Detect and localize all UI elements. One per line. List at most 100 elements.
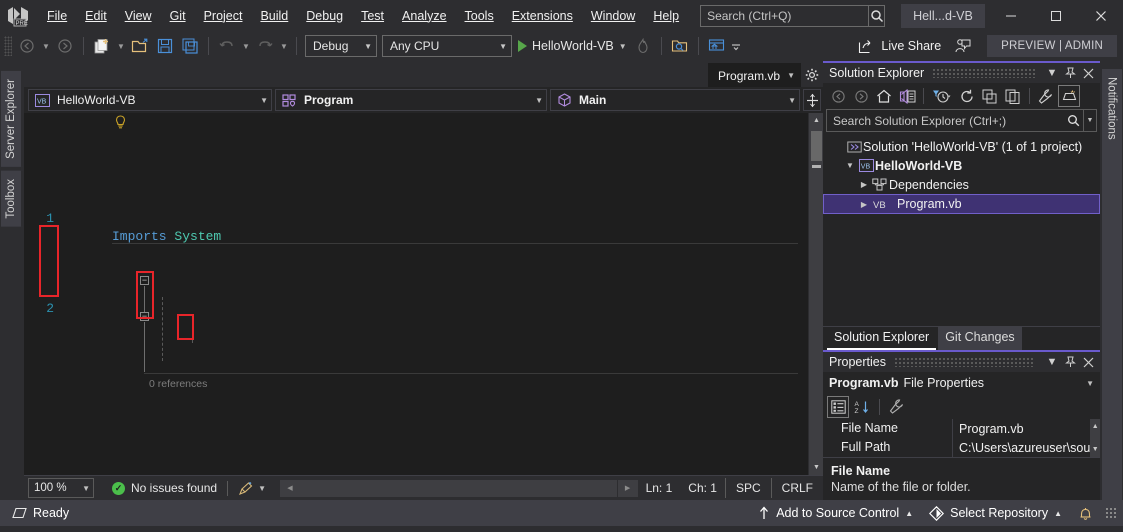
window-resize-grip[interactable] — [1105, 507, 1117, 519]
menu-test[interactable]: Test — [352, 3, 393, 29]
sync-with-active-document-icon[interactable] — [896, 85, 918, 107]
platform-combo[interactable]: Any CPU ▼ — [382, 35, 512, 57]
navbar-member-combo[interactable]: Main ▼ — [550, 89, 800, 111]
new-item-dropdown-icon[interactable]: ▼ — [115, 34, 127, 58]
pending-changes-filter-icon[interactable] — [929, 85, 955, 107]
scroll-down-icon[interactable]: ▼ — [809, 460, 823, 475]
property-row-full-path[interactable]: Full Path C:\Users\azureuser\sou — [823, 438, 1090, 457]
pin-icon[interactable] — [1061, 63, 1079, 83]
categorized-icon[interactable] — [827, 396, 849, 418]
arrow-right-circle-icon[interactable] — [53, 34, 77, 58]
chevron-down-icon[interactable]: ▼ — [1090, 442, 1100, 457]
global-search-box[interactable] — [700, 5, 885, 27]
tree-node-program-vb[interactable]: ▶ VB Program.vb — [823, 194, 1100, 214]
fold-collapse-sub-icon[interactable]: − — [140, 312, 149, 321]
tree-node-solution[interactable]: Solution 'HelloWorld-VB' (1 of 1 project… — [823, 137, 1100, 156]
menu-view[interactable]: View — [116, 3, 161, 29]
scroll-left-icon[interactable]: ◀ — [280, 480, 300, 497]
search-icon[interactable] — [868, 6, 884, 26]
open-folder-icon[interactable] — [128, 34, 152, 58]
close-icon[interactable] — [1079, 352, 1097, 372]
feedback-person-icon[interactable] — [950, 34, 976, 58]
chevron-up-icon[interactable]: ▲ — [1090, 419, 1100, 434]
fold-collapse-module-icon[interactable]: − — [140, 276, 149, 285]
notifications-bell-button[interactable] — [1070, 500, 1101, 526]
live-share-button[interactable]: Live Share — [850, 36, 949, 57]
scroll-up-icon[interactable]: ▲ — [809, 113, 823, 128]
document-tab-program-vb[interactable]: Program.vb ▼ — [708, 63, 801, 87]
menu-help[interactable]: Help — [644, 3, 688, 29]
tab-solution-explorer[interactable]: Solution Explorer — [827, 327, 936, 350]
panel-drag-dots[interactable] — [932, 68, 1035, 78]
search-folder-icon[interactable] — [668, 34, 692, 58]
panel-drag-dots[interactable] — [894, 357, 1035, 367]
zoom-level-combo[interactable]: 100 % ▼ — [28, 478, 94, 498]
chevron-down-icon[interactable]: ▼ — [258, 484, 266, 493]
flame-icon[interactable] — [631, 34, 655, 58]
redo-dropdown-icon[interactable]: ▼ — [278, 34, 290, 58]
property-value[interactable]: Program.vb — [953, 422, 1090, 436]
chevron-down-icon[interactable]: ▼ — [1043, 63, 1061, 83]
toolbar-overflow-icon[interactable] — [730, 34, 742, 58]
tree-node-project[interactable]: ▼ VB HelloWorld-VB — [823, 156, 1100, 175]
refresh-icon[interactable] — [956, 85, 978, 107]
add-to-source-control-button[interactable]: Add to Source Control ▲ — [750, 500, 921, 526]
codelens-module-text[interactable]: 0 references — [149, 375, 207, 393]
menu-tools[interactable]: Tools — [456, 3, 503, 29]
property-row-file-name[interactable]: File Name Program.vb — [823, 419, 1090, 438]
configuration-combo[interactable]: Debug ▼ — [305, 35, 377, 57]
show-all-files-icon[interactable] — [1002, 85, 1024, 107]
code-cleanup-button[interactable]: ▼ — [238, 481, 266, 496]
chevron-down-icon[interactable]: ▼ — [619, 42, 627, 51]
navigate-back-dropdown-icon[interactable]: ▼ — [40, 34, 52, 58]
alphabetical-sort-icon[interactable]: A Z — [851, 396, 873, 418]
redo-icon[interactable] — [253, 34, 277, 58]
undo-dropdown-icon[interactable]: ▼ — [240, 34, 252, 58]
menu-analyze[interactable]: Analyze — [393, 3, 455, 29]
close-button[interactable] — [1078, 0, 1123, 31]
tree-node-dependencies[interactable]: ▶ Dependencies — [823, 175, 1100, 194]
forward-icon[interactable] — [850, 85, 872, 107]
home-icon[interactable] — [873, 85, 895, 107]
minimize-button[interactable] — [988, 0, 1033, 31]
menu-edit[interactable]: Edit — [76, 3, 116, 29]
properties-subject-row[interactable]: Program.vb File Properties ▼ — [823, 372, 1100, 394]
split-window-icon[interactable] — [803, 89, 821, 111]
toolbar-grip[interactable] — [4, 36, 12, 56]
property-value[interactable]: C:\Users\azureuser\sou — [953, 441, 1090, 455]
sidebar-item-toolbox[interactable]: Toolbox — [1, 171, 23, 227]
arrow-left-circle-icon[interactable] — [15, 34, 39, 58]
gear-icon[interactable] — [801, 63, 823, 87]
property-pages-wrench-icon[interactable] — [886, 396, 908, 418]
twisty-collapsed-icon[interactable]: ▶ — [857, 180, 871, 189]
properties-scrollbar[interactable]: ▲ ▼ — [1090, 419, 1100, 457]
line-ending-indicator[interactable]: CRLF — [771, 478, 823, 498]
menu-window[interactable]: Window — [582, 3, 644, 29]
undo-icon[interactable] — [215, 34, 239, 58]
run-button[interactable]: HelloWorld-VB ▼ — [515, 34, 630, 58]
menu-project[interactable]: Project — [195, 3, 252, 29]
menu-build[interactable]: Build — [251, 3, 297, 29]
close-icon[interactable] — [1079, 63, 1097, 83]
code-text-area[interactable]: 1 Imports System 2 0 references — [24, 113, 808, 475]
chevron-down-icon[interactable]: ▼ — [787, 71, 795, 80]
select-repository-button[interactable]: Select Repository ▲ — [921, 500, 1070, 526]
maximize-button[interactable] — [1033, 0, 1078, 31]
issues-indicator[interactable]: ✓ No issues found — [100, 481, 217, 495]
solution-search-input[interactable] — [827, 114, 1063, 128]
scrollbar-thumb[interactable] — [811, 131, 822, 161]
sidebar-item-server-explorer[interactable]: Server Explorer — [1, 71, 23, 167]
editor-vertical-scrollbar[interactable]: ▲ ▼ — [808, 113, 823, 475]
preview-selected-items-icon[interactable] — [1058, 85, 1080, 107]
menu-extensions[interactable]: Extensions — [503, 3, 582, 29]
new-item-icon[interactable] — [90, 34, 114, 58]
navbar-type-combo[interactable]: Program ▼ — [275, 89, 547, 111]
code-editor-surface[interactable]: 1 Imports System 2 0 references — [24, 113, 823, 475]
chevron-down-icon[interactable]: ▼ — [1043, 352, 1061, 372]
properties-wrench-icon[interactable] — [1035, 85, 1057, 107]
editor-horizontal-scrollbar[interactable] — [300, 480, 617, 497]
sidebar-item-notifications[interactable]: Notifications — [1102, 69, 1122, 500]
back-icon[interactable] — [827, 85, 849, 107]
window-layout-icon[interactable] — [705, 34, 729, 58]
search-options-chevron-down-icon[interactable]: ▼ — [1083, 110, 1096, 131]
